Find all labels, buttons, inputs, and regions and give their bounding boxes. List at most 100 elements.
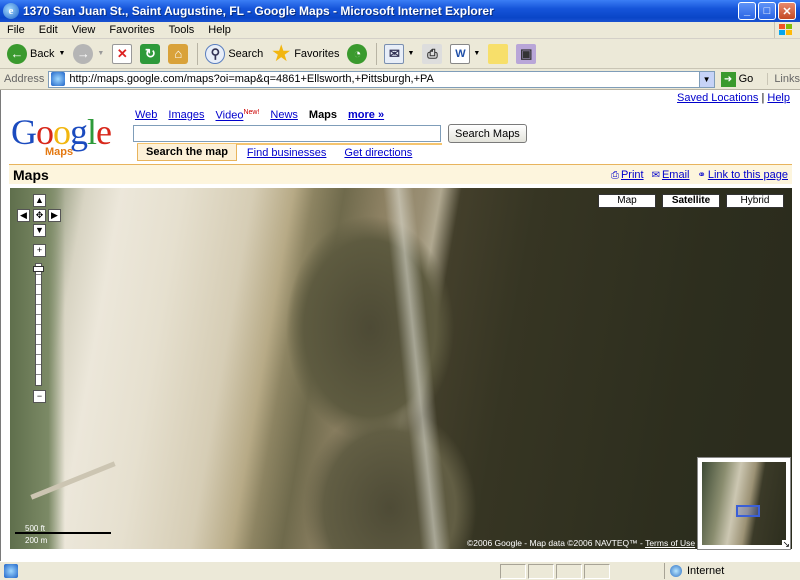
refresh-button[interactable]: ↻ — [137, 41, 163, 67]
print-toolbar-button[interactable]: ⎙ — [419, 41, 445, 67]
go-arrow-icon: ➜ — [720, 71, 736, 87]
zoom-out-icon[interactable]: − — [33, 390, 46, 403]
search-button[interactable]: ⚲ Search — [202, 41, 266, 67]
google-maps-logo[interactable]: Google Maps — [11, 112, 127, 160]
pan-down-icon[interactable]: ▼ — [33, 224, 46, 237]
forward-button[interactable]: → ▼ — [70, 41, 107, 67]
address-bar: Address http://maps.google.com/maps?oi=m… — [0, 69, 800, 90]
zone-label: Internet — [687, 565, 725, 577]
tab-find-businesses[interactable]: Find businesses — [239, 145, 335, 161]
map-copyright: ©2006 Google - Map data ©2006 NAVTEQ™ - … — [467, 538, 695, 548]
status-pane — [500, 564, 526, 579]
mail-button[interactable]: ✉ ▼ — [381, 41, 417, 67]
pan-left-icon[interactable]: ◀ — [17, 209, 30, 222]
research-button[interactable]: ▣ — [513, 41, 539, 67]
overview-toggle-icon[interactable]: ↘ — [782, 540, 790, 549]
close-button[interactable]: ✕ — [778, 2, 796, 20]
help-link[interactable]: Help — [767, 92, 790, 104]
overview-map-image — [702, 462, 786, 545]
mail-dropdown-icon[interactable]: ▼ — [407, 50, 414, 57]
research-icon: ▣ — [516, 43, 537, 64]
address-label: Address — [4, 73, 45, 85]
link-chain-icon: ⚭ — [697, 169, 706, 181]
menu-view[interactable]: View — [65, 24, 103, 36]
edit-dropdown-icon[interactable]: ▼ — [473, 50, 480, 57]
favorites-star-icon: ★ — [272, 43, 291, 65]
word-edit-icon: W — [450, 43, 471, 64]
maps-search-input[interactable] — [133, 125, 441, 142]
back-button[interactable]: ← Back ▼ — [4, 41, 68, 67]
pan-center-icon[interactable]: ✥ — [33, 209, 46, 222]
menu-edit[interactable]: Edit — [32, 24, 65, 36]
email-link[interactable]: Email — [662, 169, 690, 181]
scale-bar — [15, 532, 111, 534]
menu-bar: File Edit View Favorites Tools Help — [0, 22, 800, 39]
minimize-button[interactable]: _ — [738, 2, 756, 20]
status-pane — [584, 564, 610, 579]
satellite-map[interactable] — [10, 188, 792, 549]
nav-maps: Maps — [308, 109, 338, 121]
tab-search-the-map[interactable]: Search the map — [137, 144, 237, 161]
search-subtabs: Search the map Find businesses Get direc… — [137, 143, 442, 161]
zoom-slider-thumb[interactable] — [33, 266, 44, 272]
forward-dropdown-icon[interactable]: ▼ — [97, 50, 104, 57]
nav-web[interactable]: Web — [135, 109, 157, 121]
pan-right-icon[interactable]: ▶ — [48, 209, 61, 222]
address-dropdown-icon[interactable]: ▼ — [698, 71, 714, 87]
menu-favorites[interactable]: Favorites — [102, 24, 161, 36]
discuss-note-icon — [488, 43, 509, 64]
internet-globe-icon — [670, 565, 682, 577]
links-toolbar[interactable]: Links — [767, 73, 800, 85]
nav-video[interactable]: Video — [216, 110, 244, 122]
home-button[interactable]: ⌂ — [165, 41, 191, 67]
menu-tools[interactable]: Tools — [162, 24, 202, 36]
map-surf-line — [383, 188, 451, 549]
edit-button[interactable]: W ▼ — [447, 41, 483, 67]
back-dropdown-icon[interactable]: ▼ — [58, 50, 65, 57]
address-input[interactable]: http://maps.google.com/maps?oi=map&q=486… — [48, 70, 715, 88]
terms-of-use-link[interactable]: Terms of Use — [645, 538, 695, 548]
scale-meters-label: 200 m — [25, 536, 48, 545]
zoom-slider-track[interactable] — [35, 263, 42, 386]
address-url[interactable]: http://maps.google.com/maps?oi=map&q=486… — [69, 73, 434, 85]
browser-toolbar: ← Back ▼ → ▼ ✕ ↻ ⌂ ⚲ Search ★ Favorites … — [0, 39, 800, 69]
map-type-satellite-button[interactable]: Satellite — [662, 194, 720, 208]
map-scale: 500 ft 200 m — [15, 524, 111, 548]
link-to-page[interactable]: Link to this page — [708, 169, 788, 181]
discuss-button[interactable] — [485, 41, 511, 67]
saved-locations-link[interactable]: Saved Locations — [677, 92, 758, 104]
pan-up-icon[interactable]: ▲ — [33, 194, 46, 207]
favorites-button[interactable]: ★ Favorites — [268, 41, 342, 67]
status-pane — [556, 564, 582, 579]
nav-news[interactable]: News — [270, 109, 298, 121]
nav-images[interactable]: Images — [168, 109, 204, 121]
home-icon: ⌂ — [168, 43, 189, 64]
printer-icon: ⎙ — [422, 43, 443, 64]
page-content: Saved Locations | Help Google Maps Web I… — [0, 90, 800, 561]
ie-app-icon: e — [3, 3, 19, 19]
map-type-hybrid-button[interactable]: Hybrid — [726, 194, 784, 208]
print-link[interactable]: Print — [621, 169, 644, 181]
zoom-in-icon[interactable]: + — [33, 244, 46, 257]
status-page-icon — [4, 564, 18, 578]
stop-button[interactable]: ✕ — [109, 41, 135, 67]
maps-section-title: Maps — [13, 166, 49, 183]
toolbar-separator — [376, 42, 378, 65]
overview-map[interactable]: ↘ — [697, 457, 791, 550]
security-zone: Internet — [664, 563, 784, 579]
maps-header-bar: Maps ⎙ Print ✉ Email ⚭ Link to this page — [9, 164, 792, 184]
tab-get-directions[interactable]: Get directions — [336, 145, 420, 161]
map-type-map-button[interactable]: Map — [598, 194, 656, 208]
nav-more[interactable]: more » — [348, 109, 384, 121]
go-button[interactable]: ➜ Go — [720, 71, 753, 87]
toolbar-separator — [197, 42, 199, 65]
page-icon — [51, 72, 66, 86]
maximize-button[interactable]: □ — [758, 2, 776, 20]
menu-help[interactable]: Help — [201, 24, 238, 36]
search-maps-button[interactable]: Search Maps — [448, 124, 527, 143]
history-button[interactable]: ◔ — [344, 41, 370, 67]
title-bar: e 1370 San Juan St., Saint Augustine, FL… — [0, 0, 800, 22]
service-nav: Web Images VideoNew! News Maps more » — [135, 109, 384, 122]
overview-viewport-box[interactable] — [736, 505, 760, 517]
menu-file[interactable]: File — [0, 24, 32, 36]
